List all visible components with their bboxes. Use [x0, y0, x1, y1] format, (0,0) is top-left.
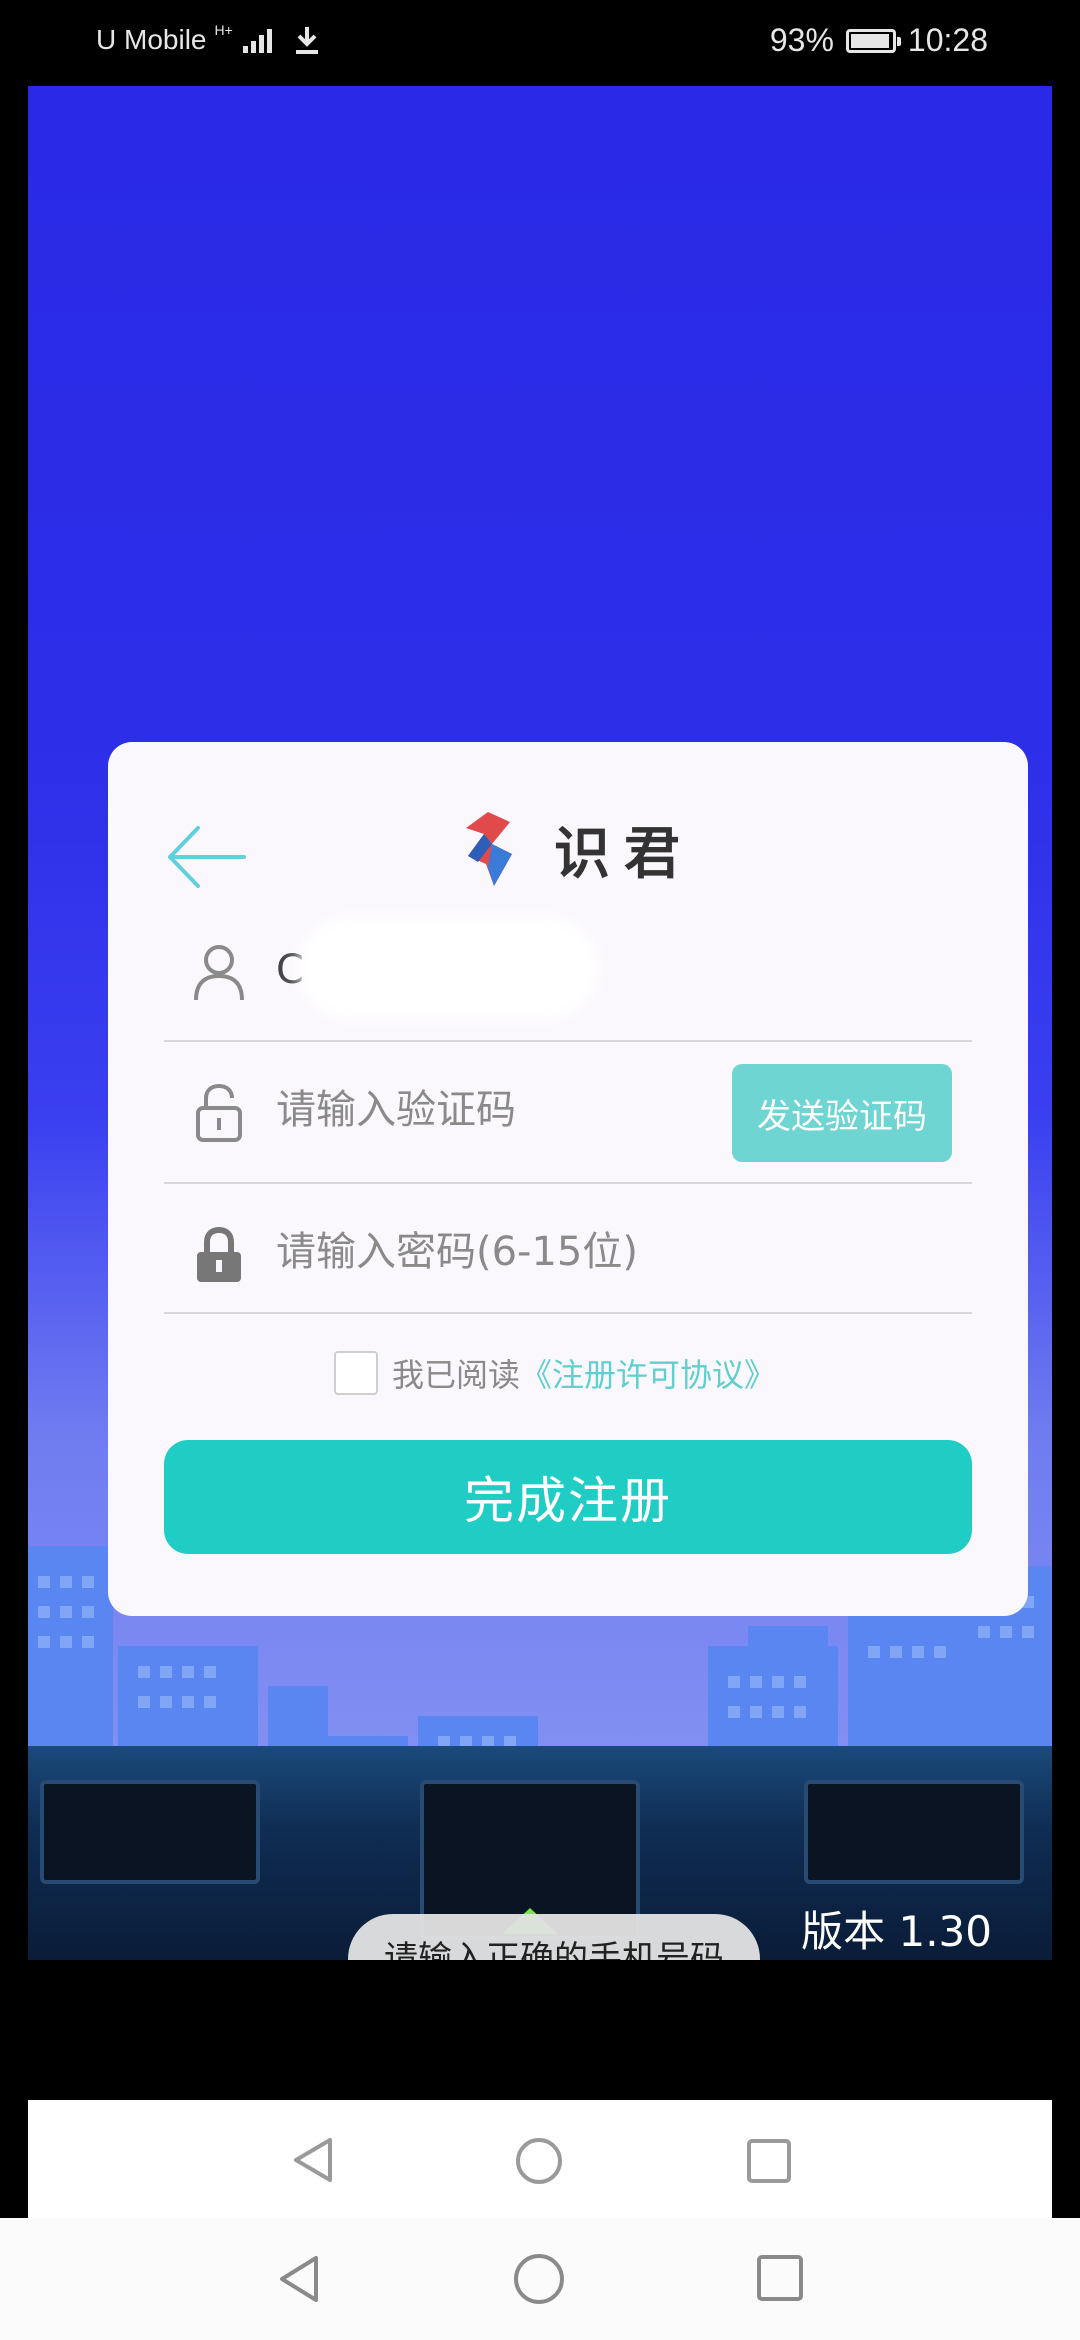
- version-label: 版本 1.30: [801, 1907, 992, 1956]
- square-recent-icon[interactable]: [746, 2138, 792, 2184]
- brand-logo: 识君: [448, 804, 694, 894]
- triangle-back-icon[interactable]: [290, 2136, 336, 2184]
- signal-icon: [242, 27, 272, 53]
- register-card: 识君 发送验证码: [108, 742, 1028, 1616]
- status-left: U Mobile H+: [96, 22, 320, 56]
- agreement-link[interactable]: 《注册许可协议》: [520, 1350, 776, 1396]
- status-right: 93% 10:28: [770, 22, 988, 59]
- agreement-row: 我已阅读 《注册许可协议》: [334, 1350, 776, 1396]
- battery-percent: 93%: [769, 22, 834, 58]
- agreement-text: 我已阅读: [392, 1356, 521, 1394]
- lock-icon: [197, 1226, 241, 1282]
- circle-home-icon[interactable]: [512, 2252, 566, 2306]
- password-input[interactable]: [276, 1220, 936, 1284]
- complete-registration-button[interactable]: 完成注册: [164, 1440, 972, 1554]
- redaction-mask: [298, 918, 598, 1018]
- agreement-checkbox[interactable]: [334, 1351, 378, 1395]
- download-icon: [295, 27, 318, 54]
- platform-pad-left: [40, 1780, 260, 1884]
- platform-pad-right: [804, 1780, 1024, 1884]
- system-nav-bar: [0, 2218, 1080, 2340]
- triangle-back-icon[interactable]: [276, 2254, 322, 2304]
- brand-logo-mark-icon: [466, 812, 512, 886]
- square-recent-icon[interactable]: [756, 2254, 804, 2302]
- status-bar: U Mobile H+ 93% 10:28: [0, 0, 1080, 86]
- in-app-nav-bar: [28, 2100, 1052, 2218]
- app-screen: 版本 1.30 识君 C 请输入验证码 发送验证码 我已阅读 《注册许可协议》 …: [28, 86, 1052, 1960]
- back-arrow-icon[interactable]: [164, 822, 248, 892]
- toast-message: 请输入正确的手机号码: [348, 1914, 760, 1960]
- carrier-name: U Mobile: [96, 24, 207, 55]
- password-field: [164, 1184, 972, 1314]
- lock-open-icon: [196, 1083, 242, 1142]
- user-icon: [194, 945, 244, 1001]
- send-code-button[interactable]: 发送验证码: [732, 1064, 952, 1162]
- clock: 10:28: [907, 22, 988, 58]
- verification-code-field: 发送验证码: [164, 1042, 972, 1184]
- verification-code-input[interactable]: [276, 1078, 706, 1142]
- network-type: H+: [214, 22, 233, 38]
- battery-icon: [845, 28, 901, 53]
- circle-home-icon[interactable]: [514, 2136, 564, 2186]
- brand-name: 识君: [554, 821, 694, 887]
